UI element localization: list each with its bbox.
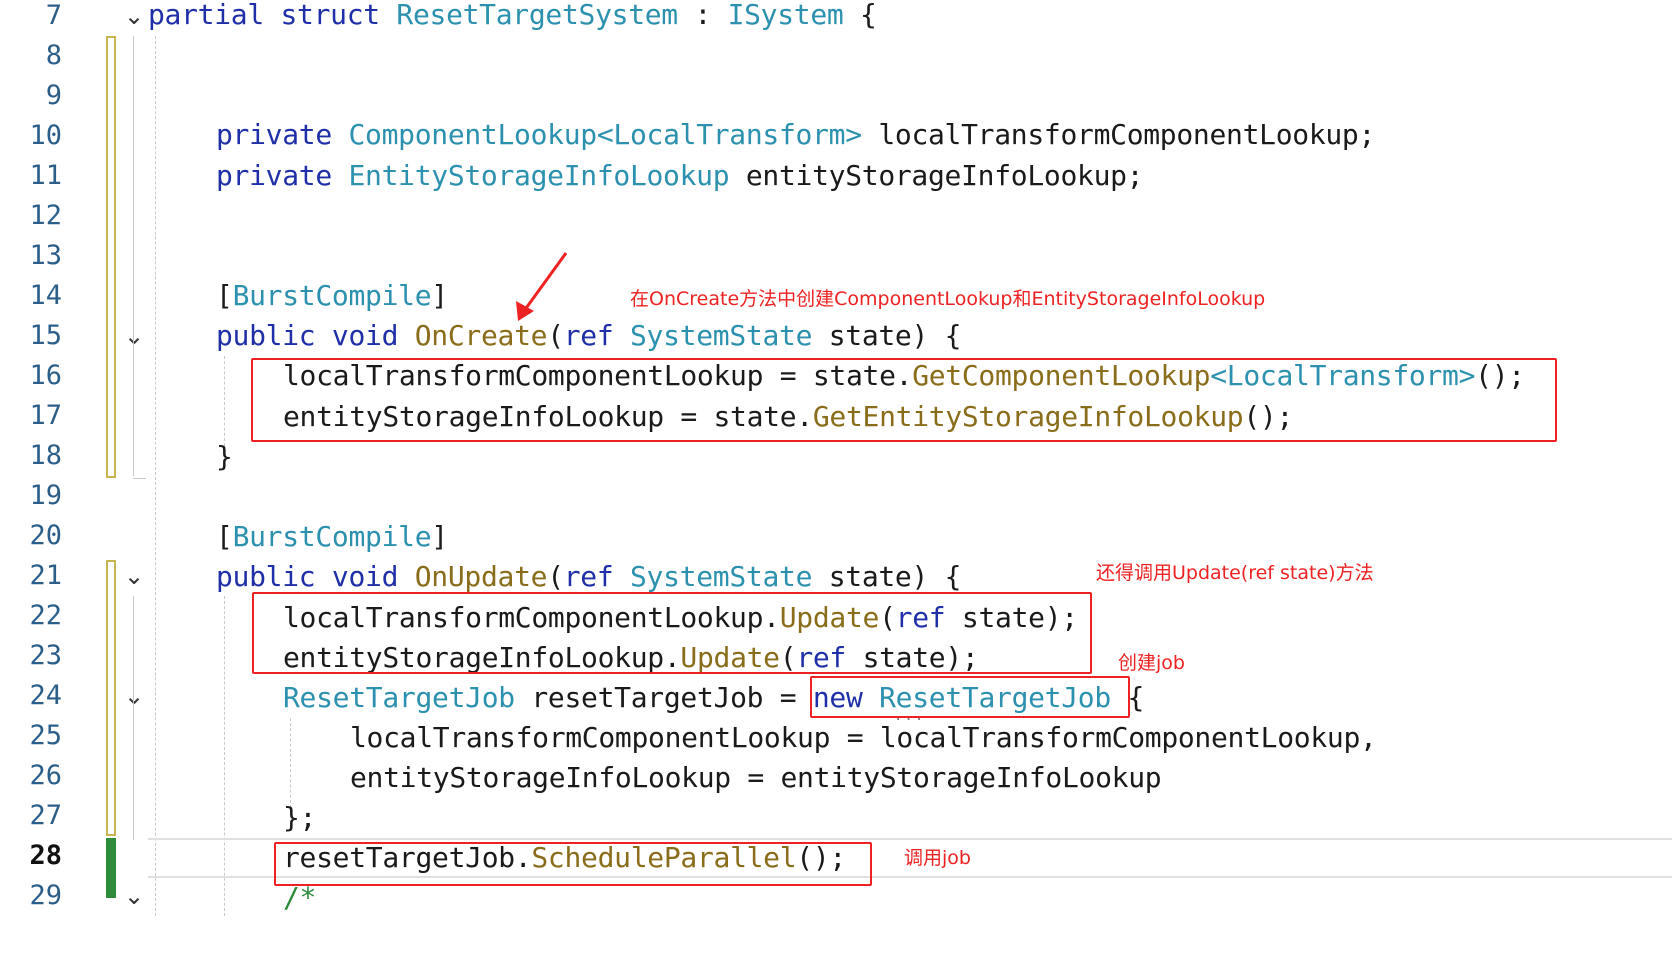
saved-change-marker: [106, 838, 116, 898]
indent-guide: [155, 36, 156, 916]
line-number: 26: [29, 760, 62, 791]
code-line[interactable]: [BurstCompile]: [216, 516, 448, 558]
keyword: void: [331, 319, 399, 352]
keyword: public: [216, 560, 316, 593]
indent-guide: [224, 356, 225, 446]
line-number: 9: [45, 80, 62, 111]
line-number: 25: [29, 720, 62, 751]
keyword: public: [216, 319, 316, 352]
annotation-note-call-job: 调用job: [904, 847, 971, 869]
identifier: state) {: [828, 319, 962, 352]
code-line[interactable]: localTransformComponentLookup = localTra…: [350, 717, 1377, 759]
attribute-name: BurstCompile: [232, 279, 432, 312]
keyword: partial: [148, 0, 264, 31]
code-line[interactable]: };: [283, 797, 316, 839]
highlight-box-new-job: [810, 676, 1130, 718]
line-number: 23: [29, 640, 62, 671]
keyword: ref: [563, 560, 614, 593]
identifier: state) {: [828, 560, 962, 593]
type-name: ComponentLookup: [348, 118, 597, 151]
line-number: 22: [29, 600, 62, 631]
line-number: 16: [29, 360, 62, 391]
identifier: localTransformComponentLookup;: [878, 118, 1376, 151]
punctuation: [: [216, 520, 233, 553]
line-number: 17: [29, 400, 62, 431]
highlight-box-oncreate-body: [251, 358, 1557, 442]
identifier: entityStorageInfoLookup;: [745, 159, 1144, 192]
keyword: void: [331, 560, 399, 593]
change-marker: [106, 560, 116, 836]
punctuation: {: [860, 0, 877, 31]
type-name: SystemState: [630, 319, 813, 352]
type-name: EntityStorageInfoLookup: [348, 159, 730, 192]
type-name: ISystem: [727, 0, 844, 31]
type-name: ResetTargetSystem: [396, 0, 678, 31]
code-line[interactable]: private ComponentLookup<LocalTransform> …: [216, 114, 1375, 156]
line-number: 19: [29, 480, 62, 511]
line-number: 20: [29, 520, 62, 551]
code-line[interactable]: entityStorageInfoLookup = entityStorageI…: [350, 757, 1162, 799]
line-number: 18: [29, 440, 62, 471]
change-marker: [106, 36, 116, 478]
line-number: 8: [45, 40, 62, 71]
keyword: private: [216, 118, 332, 151]
punctuation: }: [216, 440, 233, 473]
collapse-chevron-icon[interactable]: ⌄: [121, 322, 147, 350]
highlight-box-schedule: [274, 842, 872, 886]
code-line[interactable]: partial struct ResetTargetSystem : ISyst…: [148, 0, 877, 36]
method-name: OnUpdate: [414, 560, 548, 593]
punctuation: [: [216, 279, 233, 312]
line-number: 13: [29, 240, 62, 271]
punctuation: (: [547, 560, 564, 593]
line-number-current: 28: [29, 840, 62, 871]
fold-guide: [133, 596, 134, 840]
punctuation: ]: [431, 520, 448, 553]
fold-guide-end: [133, 478, 146, 479]
line-number: 29: [29, 880, 62, 911]
type-name: ResetTargetJob: [283, 681, 515, 714]
line-number: 12: [29, 200, 62, 231]
collapse-chevron-icon[interactable]: ⌄: [121, 682, 147, 710]
annotation-arrow-icon: [516, 252, 568, 321]
line-number: 11: [29, 160, 62, 191]
indent-guide: [290, 718, 291, 808]
annotation-note-create-job: 创建job: [1118, 652, 1185, 674]
collapse-chevron-icon[interactable]: ⌄: [121, 562, 147, 590]
code-editor[interactable]: 7 8 9 10 11 12 13 14 15 16 17 18 19 20 2…: [0, 0, 1672, 958]
punctuation: :: [694, 0, 711, 31]
fold-guide: [133, 36, 134, 476]
keyword: private: [216, 159, 332, 192]
line-number: 10: [29, 120, 62, 151]
line-number-gutter: 7 8 9 10 11 12 13 14 15 16 17 18 19 20 2…: [0, 0, 96, 958]
keyword: struct: [280, 0, 380, 31]
annotation-note-update: 还得调用Update(ref state)方法: [1096, 562, 1374, 584]
collapse-chevron-icon[interactable]: ⌄: [121, 882, 147, 910]
generic-arg: <LocalTransform>: [596, 118, 862, 151]
highlight-box-update-calls: [252, 592, 1092, 674]
punctuation: ]: [431, 279, 448, 312]
code-line[interactable]: private EntityStorageInfoLookup entitySt…: [216, 155, 1144, 197]
code-line[interactable]: [BurstCompile]: [216, 275, 448, 317]
line-number: 24: [29, 680, 62, 711]
annotation-note-oncreate: 在OnCreate方法中创建ComponentLookup和EntityStor…: [630, 288, 1266, 310]
collapse-chevron-icon[interactable]: ⌄: [121, 2, 147, 30]
line-number: 15: [29, 320, 62, 351]
line-number: 14: [29, 280, 62, 311]
line-number: 27: [29, 800, 62, 831]
code-line[interactable]: public void OnCreate(ref SystemState sta…: [216, 315, 961, 357]
type-name: SystemState: [630, 560, 813, 593]
line-number: 21: [29, 560, 62, 591]
attribute-name: BurstCompile: [232, 520, 432, 553]
code-line[interactable]: }: [216, 436, 233, 478]
identifier: resetTargetJob =: [531, 681, 797, 714]
line-number: 7: [45, 0, 62, 31]
